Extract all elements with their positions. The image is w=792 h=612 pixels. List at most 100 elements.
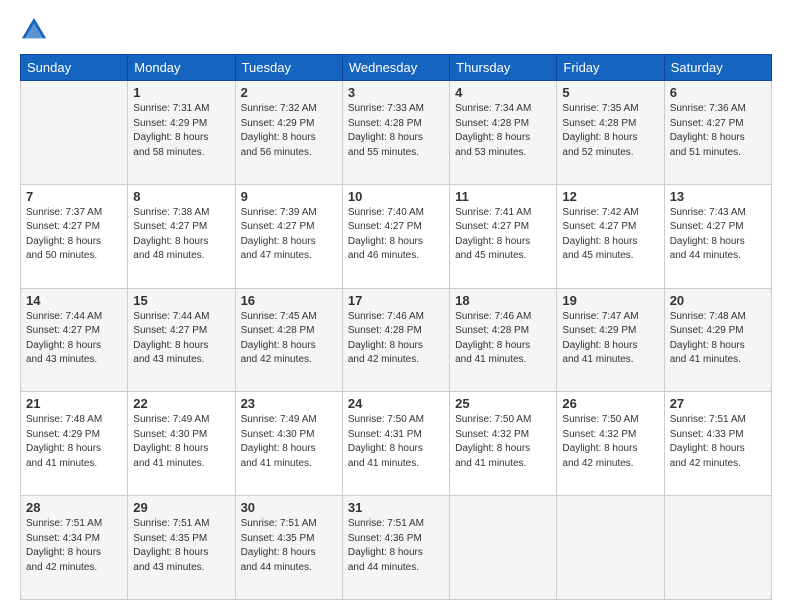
- day-info: Sunrise: 7:35 AM Sunset: 4:28 PM Dayligh…: [562, 102, 658, 160]
- day-info: Sunrise: 7:50 AM Sunset: 4:32 PM Dayligh…: [455, 413, 551, 471]
- calendar-cell: [664, 496, 771, 600]
- day-info: Sunrise: 7:46 AM Sunset: 4:28 PM Dayligh…: [348, 310, 444, 368]
- day-number: 2: [241, 85, 337, 100]
- day-number: 29: [133, 500, 229, 515]
- day-info: Sunrise: 7:48 AM Sunset: 4:29 PM Dayligh…: [26, 413, 122, 471]
- day-number: 5: [562, 85, 658, 100]
- day-number: 13: [670, 189, 766, 204]
- day-number: 26: [562, 396, 658, 411]
- day-info: Sunrise: 7:42 AM Sunset: 4:27 PM Dayligh…: [562, 206, 658, 264]
- calendar-cell: 28 Sunrise: 7:51 AM Sunset: 4:34 PM Dayli…: [21, 496, 128, 600]
- calendar-cell: 3 Sunrise: 7:33 AM Sunset: 4:28 PM Daylig…: [342, 81, 449, 185]
- day-info: Sunrise: 7:46 AM Sunset: 4:28 PM Dayligh…: [455, 310, 551, 368]
- day-info: Sunrise: 7:39 AM Sunset: 4:27 PM Dayligh…: [241, 206, 337, 264]
- day-info: Sunrise: 7:48 AM Sunset: 4:29 PM Dayligh…: [670, 310, 766, 368]
- calendar-cell: 23Sunrise: 7:49 AM Sunset: 4:30 PM Dayli…: [235, 392, 342, 496]
- day-number: 22: [133, 396, 229, 411]
- calendar-cell: 16Sunrise: 7:45 AM Sunset: 4:28 PM Dayli…: [235, 288, 342, 392]
- calendar-cell: 14Sunrise: 7:44 AM Sunset: 4:27 PM Dayli…: [21, 288, 128, 392]
- calendar-cell: 30 Sunrise: 7:51 AM Sunset: 4:35 PM Dayli…: [235, 496, 342, 600]
- calendar-cell: 7Sunrise: 7:37 AM Sunset: 4:27 PM Daylig…: [21, 184, 128, 288]
- calendar-week-0: 1 Sunrise: 7:31 AM Sunset: 4:29 PM Daylig…: [21, 81, 772, 185]
- calendar-cell: [450, 496, 557, 600]
- day-number: 19: [562, 293, 658, 308]
- day-number: 4: [455, 85, 551, 100]
- day-info: Sunrise: 7:41 AM Sunset: 4:27 PM Dayligh…: [455, 206, 551, 264]
- day-number: 17: [348, 293, 444, 308]
- day-number: 6: [670, 85, 766, 100]
- calendar-cell: 4 Sunrise: 7:34 AM Sunset: 4:28 PM Daylig…: [450, 81, 557, 185]
- calendar-cell: 17 Sunrise: 7:46 AM Sunset: 4:28 PM Dayli…: [342, 288, 449, 392]
- calendar-cell: 31 Sunrise: 7:51 AM Sunset: 4:36 PM Dayli…: [342, 496, 449, 600]
- day-number: 1: [133, 85, 229, 100]
- calendar-cell: 26Sunrise: 7:50 AM Sunset: 4:32 PM Dayli…: [557, 392, 664, 496]
- calendar-cell: 8 Sunrise: 7:38 AM Sunset: 4:27 PM Daylig…: [128, 184, 235, 288]
- calendar-cell: 1 Sunrise: 7:31 AM Sunset: 4:29 PM Daylig…: [128, 81, 235, 185]
- calendar-week-4: 28 Sunrise: 7:51 AM Sunset: 4:34 PM Dayli…: [21, 496, 772, 600]
- day-info: Sunrise: 7:51 AM Sunset: 4:36 PM Dayligh…: [348, 517, 444, 575]
- day-info: Sunrise: 7:44 AM Sunset: 4:27 PM Dayligh…: [133, 310, 229, 368]
- day-header-thursday: Thursday: [450, 55, 557, 81]
- day-info: Sunrise: 7:45 AM Sunset: 4:28 PM Dayligh…: [241, 310, 337, 368]
- page: SundayMondayTuesdayWednesdayThursdayFrid…: [0, 0, 792, 612]
- calendar-cell: 2 Sunrise: 7:32 AM Sunset: 4:29 PM Daylig…: [235, 81, 342, 185]
- day-number: 15: [133, 293, 229, 308]
- calendar-cell: 21 Sunrise: 7:48 AM Sunset: 4:29 PM Dayli…: [21, 392, 128, 496]
- day-number: 24: [348, 396, 444, 411]
- calendar-cell: 11 Sunrise: 7:41 AM Sunset: 4:27 PM Dayli…: [450, 184, 557, 288]
- day-info: Sunrise: 7:47 AM Sunset: 4:29 PM Dayligh…: [562, 310, 658, 368]
- day-info: Sunrise: 7:51 AM Sunset: 4:34 PM Dayligh…: [26, 517, 122, 575]
- day-info: Sunrise: 7:33 AM Sunset: 4:28 PM Dayligh…: [348, 102, 444, 160]
- day-number: 20: [670, 293, 766, 308]
- calendar-cell: [557, 496, 664, 600]
- logo-icon: [20, 16, 48, 44]
- day-info: Sunrise: 7:51 AM Sunset: 4:33 PM Dayligh…: [670, 413, 766, 471]
- day-header-sunday: Sunday: [21, 55, 128, 81]
- day-header-monday: Monday: [128, 55, 235, 81]
- day-info: Sunrise: 7:43 AM Sunset: 4:27 PM Dayligh…: [670, 206, 766, 264]
- day-number: 11: [455, 189, 551, 204]
- day-info: Sunrise: 7:49 AM Sunset: 4:30 PM Dayligh…: [133, 413, 229, 471]
- day-info: Sunrise: 7:36 AM Sunset: 4:27 PM Dayligh…: [670, 102, 766, 160]
- calendar-cell: 19 Sunrise: 7:47 AM Sunset: 4:29 PM Dayli…: [557, 288, 664, 392]
- day-number: 21: [26, 396, 122, 411]
- calendar-cell: 12Sunrise: 7:42 AM Sunset: 4:27 PM Dayli…: [557, 184, 664, 288]
- day-info: Sunrise: 7:51 AM Sunset: 4:35 PM Dayligh…: [133, 517, 229, 575]
- header: [20, 16, 772, 44]
- day-header-tuesday: Tuesday: [235, 55, 342, 81]
- calendar-cell: 13 Sunrise: 7:43 AM Sunset: 4:27 PM Dayli…: [664, 184, 771, 288]
- day-info: Sunrise: 7:31 AM Sunset: 4:29 PM Dayligh…: [133, 102, 229, 160]
- calendar-cell: 27Sunrise: 7:51 AM Sunset: 4:33 PM Dayli…: [664, 392, 771, 496]
- day-number: 31: [348, 500, 444, 515]
- day-info: Sunrise: 7:34 AM Sunset: 4:28 PM Dayligh…: [455, 102, 551, 160]
- calendar-cell: [21, 81, 128, 185]
- day-number: 3: [348, 85, 444, 100]
- logo: [20, 16, 52, 44]
- day-info: Sunrise: 7:50 AM Sunset: 4:31 PM Dayligh…: [348, 413, 444, 471]
- day-number: 28: [26, 500, 122, 515]
- calendar-header-row: SundayMondayTuesdayWednesdayThursdayFrid…: [21, 55, 772, 81]
- day-number: 30: [241, 500, 337, 515]
- calendar-cell: 29 Sunrise: 7:51 AM Sunset: 4:35 PM Dayli…: [128, 496, 235, 600]
- day-info: Sunrise: 7:40 AM Sunset: 4:27 PM Dayligh…: [348, 206, 444, 264]
- day-info: Sunrise: 7:51 AM Sunset: 4:35 PM Dayligh…: [241, 517, 337, 575]
- day-header-saturday: Saturday: [664, 55, 771, 81]
- calendar-week-1: 7Sunrise: 7:37 AM Sunset: 4:27 PM Daylig…: [21, 184, 772, 288]
- calendar-cell: 25Sunrise: 7:50 AM Sunset: 4:32 PM Dayli…: [450, 392, 557, 496]
- day-number: 18: [455, 293, 551, 308]
- day-info: Sunrise: 7:49 AM Sunset: 4:30 PM Dayligh…: [241, 413, 337, 471]
- calendar-week-2: 14Sunrise: 7:44 AM Sunset: 4:27 PM Dayli…: [21, 288, 772, 392]
- calendar: SundayMondayTuesdayWednesdayThursdayFrid…: [20, 54, 772, 600]
- calendar-cell: 10Sunrise: 7:40 AM Sunset: 4:27 PM Dayli…: [342, 184, 449, 288]
- day-info: Sunrise: 7:44 AM Sunset: 4:27 PM Dayligh…: [26, 310, 122, 368]
- day-header-wednesday: Wednesday: [342, 55, 449, 81]
- calendar-cell: 24 Sunrise: 7:50 AM Sunset: 4:31 PM Dayli…: [342, 392, 449, 496]
- day-info: Sunrise: 7:38 AM Sunset: 4:27 PM Dayligh…: [133, 206, 229, 264]
- calendar-cell: 15 Sunrise: 7:44 AM Sunset: 4:27 PM Dayli…: [128, 288, 235, 392]
- day-number: 9: [241, 189, 337, 204]
- day-info: Sunrise: 7:32 AM Sunset: 4:29 PM Dayligh…: [241, 102, 337, 160]
- calendar-cell: 6 Sunrise: 7:36 AM Sunset: 4:27 PM Daylig…: [664, 81, 771, 185]
- day-number: 8: [133, 189, 229, 204]
- calendar-cell: 9 Sunrise: 7:39 AM Sunset: 4:27 PM Daylig…: [235, 184, 342, 288]
- calendar-cell: 20 Sunrise: 7:48 AM Sunset: 4:29 PM Dayli…: [664, 288, 771, 392]
